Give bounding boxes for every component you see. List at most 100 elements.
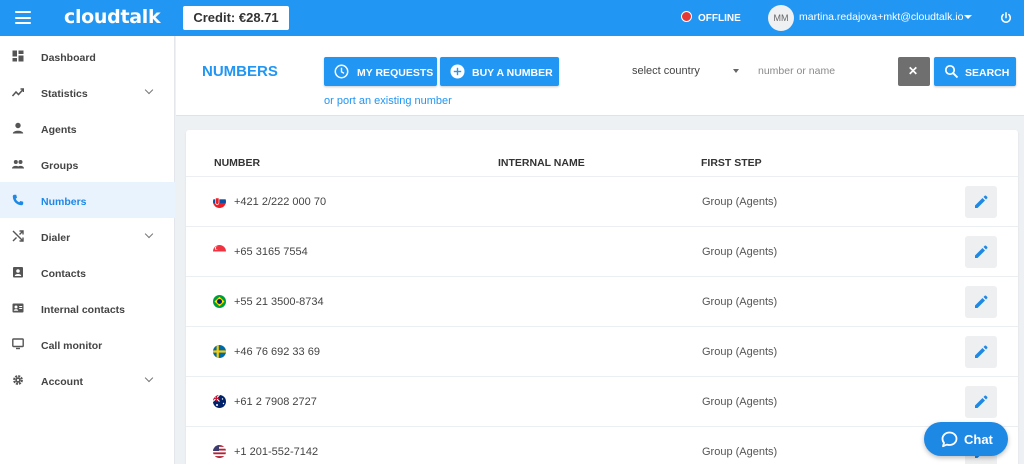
search-icon	[944, 64, 959, 79]
sidebar-item-account[interactable]: Account	[0, 362, 175, 398]
table-row[interactable]: +65 3165 7554 Group (Agents)	[186, 226, 1018, 276]
shuffle-icon	[12, 230, 24, 242]
page-header: NUMBERS MY REQUESTS BUY A NUMBER or port…	[176, 36, 1024, 116]
sidebar-item-label: Contacts	[41, 268, 86, 280]
sidebar-item-label: Dashboard	[41, 52, 96, 64]
page-title: NUMBERS	[202, 63, 278, 80]
first-step: Group (Agents)	[702, 346, 778, 358]
slovakia-flag-icon	[213, 195, 226, 208]
sidebar-item-label: Call monitor	[41, 340, 103, 352]
table-row[interactable]: +46 76 692 33 69 Group (Agents)	[186, 326, 1018, 376]
pencil-icon	[975, 295, 988, 308]
column-header-first-step[interactable]: FIRST STEP	[701, 157, 762, 169]
first-step: Group (Agents)	[702, 196, 778, 208]
sidebar-item-internal-contacts[interactable]: Internal contacts	[0, 290, 175, 326]
chevron-down-icon	[144, 373, 154, 383]
singapore-flag-icon	[213, 245, 226, 258]
edit-button[interactable]	[965, 286, 997, 318]
sidebar-item-label: Numbers	[41, 196, 87, 208]
phone-icon	[12, 194, 24, 206]
phone-number: +421 2/222 000 70	[234, 196, 327, 208]
search-button[interactable]: SEARCH	[934, 57, 1016, 86]
buy-number-button[interactable]: BUY A NUMBER	[440, 57, 559, 86]
close-icon: ✕	[908, 64, 919, 78]
sidebar-item-label: Agents	[41, 124, 77, 136]
pencil-icon	[975, 395, 988, 408]
sidebar-item-dashboard[interactable]: Dashboard	[0, 38, 175, 74]
credit-badge[interactable]: Credit: €28.71	[183, 6, 289, 30]
avatar: MM	[768, 5, 794, 31]
sidebar-item-contacts[interactable]: Contacts	[0, 254, 175, 290]
chevron-down-icon	[144, 85, 154, 95]
first-step: Group (Agents)	[702, 396, 778, 408]
chat-bubble-icon	[941, 431, 958, 448]
sidebar-item-label: Groups	[41, 160, 79, 172]
offline-dot-icon	[681, 11, 692, 22]
first-step: Group (Agents)	[702, 446, 778, 458]
sidebar-item-groups[interactable]: Groups	[0, 146, 175, 182]
sweden-flag-icon	[213, 345, 226, 358]
status-label: OFFLINE	[698, 13, 741, 24]
person-icon	[12, 122, 24, 134]
buy-number-label: BUY A NUMBER	[472, 67, 553, 79]
usa-flag-icon	[213, 445, 226, 458]
sidebar-item-agents[interactable]: Agents	[0, 110, 175, 146]
trending-up-icon	[12, 88, 24, 97]
add-circle-icon	[450, 64, 465, 79]
sidebar-item-dialer[interactable]: Dialer	[0, 218, 175, 254]
menu-icon[interactable]	[15, 11, 31, 24]
chevron-down-icon	[144, 229, 154, 239]
sidebar-item-label: Statistics	[41, 88, 88, 100]
column-header-internal-name[interactable]: INTERNAL NAME	[498, 157, 585, 169]
pencil-icon	[975, 345, 988, 358]
phone-number: +65 3165 7554	[234, 246, 308, 258]
chat-label: Chat	[964, 432, 993, 447]
user-email: martina.redajova+mkt@cloudtalk.io	[799, 11, 964, 23]
sidebar-item-label: Internal contacts	[41, 304, 126, 316]
sidebar: Dashboard Statistics Agents Groups Numbe…	[0, 36, 175, 464]
edit-button[interactable]	[965, 386, 997, 418]
pencil-icon	[975, 245, 988, 258]
first-step: Group (Agents)	[702, 296, 778, 308]
status-toggle[interactable]: OFFLINE	[681, 11, 741, 24]
phone-number: +55 21 3500-8734	[234, 296, 324, 308]
table-row[interactable]: +1 201-552-7142 Group (Agents)	[186, 426, 1018, 464]
pencil-icon	[975, 195, 988, 208]
country-select[interactable]: select country	[632, 65, 700, 77]
sidebar-item-call-monitor[interactable]: Call monitor	[0, 326, 175, 362]
monitor-icon	[12, 338, 24, 350]
first-step: Group (Agents)	[702, 246, 778, 258]
caret-down-icon[interactable]	[733, 69, 739, 73]
edit-button[interactable]	[965, 236, 997, 268]
clock-icon	[334, 64, 349, 79]
numbers-table: NUMBER INTERNAL NAME FIRST STEP +421 2/2…	[186, 130, 1018, 464]
sidebar-item-statistics[interactable]: Statistics	[0, 74, 175, 110]
logo[interactable]: cloudtalk	[64, 6, 161, 28]
edit-button[interactable]	[965, 336, 997, 368]
my-requests-button[interactable]: MY REQUESTS	[324, 57, 437, 86]
phone-number: +46 76 692 33 69	[234, 346, 320, 358]
brazil-flag-icon	[213, 295, 226, 308]
edit-button[interactable]	[965, 186, 997, 218]
top-bar: cloudtalk Credit: €28.71 OFFLINE MM mart…	[0, 0, 1024, 36]
my-requests-label: MY REQUESTS	[357, 67, 434, 79]
contact-card-icon	[12, 303, 24, 313]
australia-flag-icon	[213, 395, 226, 408]
sidebar-item-label: Dialer	[41, 232, 71, 244]
chat-button[interactable]: Chat	[924, 422, 1008, 456]
table-row[interactable]: +421 2/222 000 70 Group (Agents)	[186, 176, 1018, 226]
search-input[interactable]	[758, 60, 888, 82]
port-number-link[interactable]: or port an existing number	[324, 95, 452, 107]
search-label: SEARCH	[965, 67, 1010, 79]
gear-icon	[13, 375, 23, 385]
clear-button[interactable]: ✕	[898, 57, 930, 86]
column-header-number[interactable]: NUMBER	[214, 157, 260, 169]
sidebar-item-numbers[interactable]: Numbers	[0, 182, 175, 218]
power-icon[interactable]	[1000, 12, 1012, 24]
group-icon	[12, 160, 24, 169]
sidebar-item-label: Account	[41, 376, 83, 388]
phone-number: +61 2 7908 2727	[234, 396, 317, 408]
dashboard-icon	[12, 50, 24, 62]
table-row[interactable]: +55 21 3500-8734 Group (Agents)	[186, 276, 1018, 326]
table-row[interactable]: +61 2 7908 2727 Group (Agents)	[186, 376, 1018, 426]
